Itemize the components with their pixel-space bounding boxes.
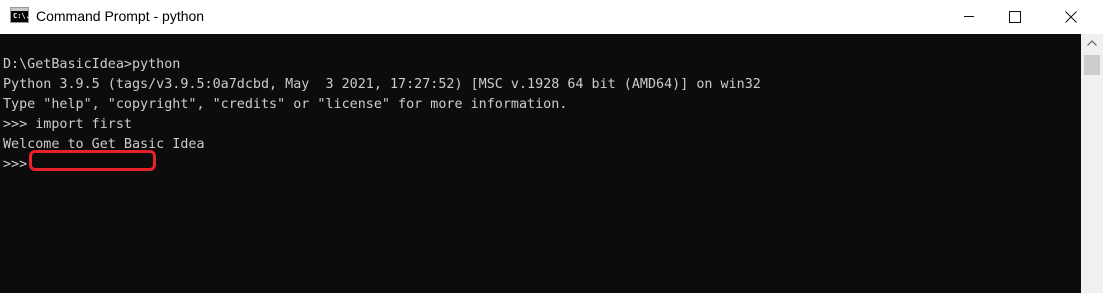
chevron-up-icon <box>1087 40 1097 46</box>
window-title: Command Prompt - python <box>36 8 205 24</box>
title-bar[interactable]: C:\. Command Prompt - python <box>0 0 1103 34</box>
app-icon-glyph: C:\. <box>13 12 30 20</box>
maximize-icon <box>1009 11 1021 23</box>
command-highlight-annotation <box>29 150 156 171</box>
maximize-button[interactable] <box>992 0 1038 34</box>
close-button[interactable] <box>1048 0 1094 34</box>
minimize-icon <box>964 16 974 17</box>
vertical-scrollbar[interactable] <box>1081 34 1103 293</box>
console-line-prompt: >>> <box>3 157 28 172</box>
console-line-command: D:\GetBasicIdea>python <box>3 57 181 72</box>
scrollbar-thumb[interactable] <box>1084 55 1100 75</box>
console-line-import: >>> import first <box>3 117 132 132</box>
close-icon <box>1065 11 1077 23</box>
console-output[interactable]: D:\GetBasicIdea>python Python 3.9.5 (tag… <box>0 34 1081 293</box>
console-line-version: Python 3.9.5 (tags/v3.9.5:0a7dcbd, May 3… <box>3 77 761 92</box>
scroll-up-button[interactable] <box>1081 34 1103 53</box>
console-line-help: Type "help", "copyright", "credits" or "… <box>3 97 568 112</box>
app-icon-bar <box>11 8 28 11</box>
cmd-app-icon[interactable]: C:\. <box>10 7 30 23</box>
minimize-button[interactable] <box>946 0 992 34</box>
command-prompt-window: C:\. Command Prompt - python D:\GetBasic… <box>0 0 1103 293</box>
